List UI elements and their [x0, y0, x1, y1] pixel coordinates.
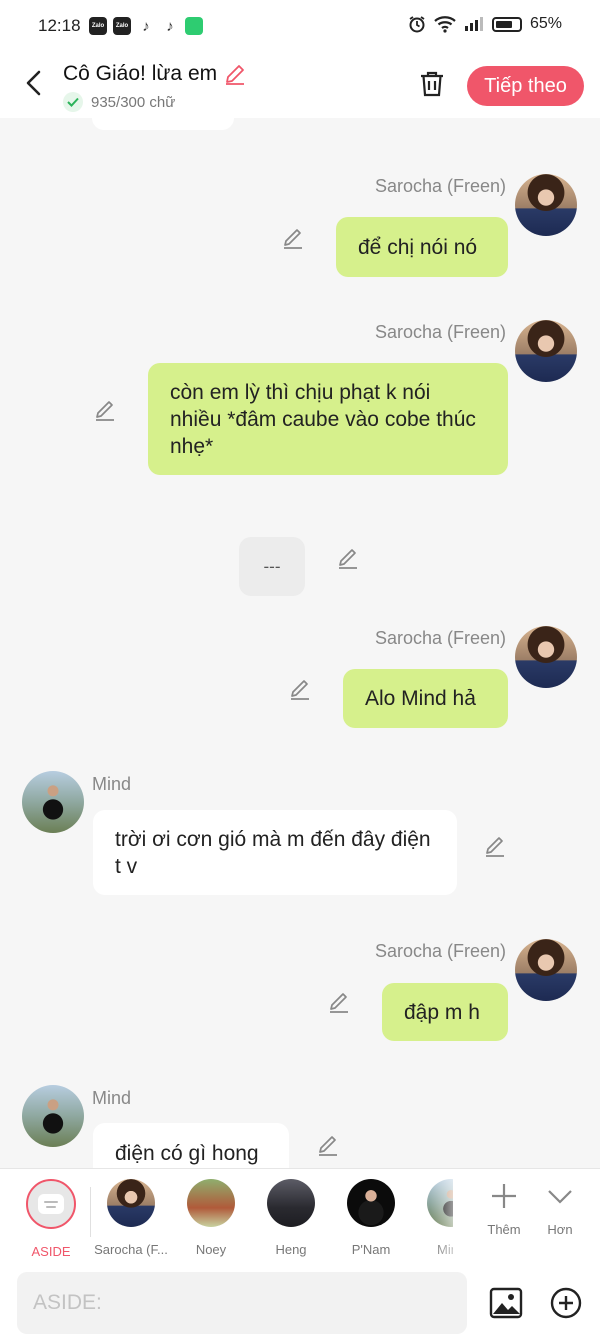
- delete-button[interactable]: [416, 68, 448, 100]
- image-icon: [489, 1287, 523, 1319]
- more-label: Hơn: [547, 1222, 573, 1237]
- status-time: 12:18: [38, 16, 81, 35]
- messages-icon: [185, 17, 203, 35]
- next-button[interactable]: Tiếp theo: [467, 66, 584, 106]
- alarm-icon: [409, 16, 425, 33]
- edit-message-icon[interactable]: [281, 226, 305, 250]
- scroll-fade: [430, 1169, 474, 1259]
- sender-name: Mind: [92, 1088, 132, 1108]
- editor-header: Cô Giáo! lừa em 935/300 chữ Tiếp theo: [0, 52, 600, 118]
- more-characters-button[interactable]: Hơn: [534, 1181, 586, 1237]
- sender-name: Sarocha (Freen): [374, 176, 506, 196]
- add-character-button[interactable]: Thêm: [478, 1181, 530, 1237]
- character-pnam[interactable]: P'Nam: [333, 1179, 409, 1257]
- zalo-icon: Zalo: [113, 17, 131, 35]
- message-bubble[interactable]: còn em lỳ thì chịu phạt k nói nhiều *đâm…: [148, 363, 508, 475]
- message-bubble[interactable]: trời ơi cơn gió mà m đến đây điện t v: [93, 810, 457, 895]
- plus-icon: [492, 1184, 516, 1208]
- status-bar: 12:18 Zalo Zalo ♪ ♪ 65%: [0, 0, 600, 52]
- avatar[interactable]: [22, 771, 84, 833]
- avatar[interactable]: [515, 174, 577, 236]
- edit-message-icon[interactable]: [288, 677, 312, 701]
- add-content-button[interactable]: [549, 1286, 583, 1320]
- avatar: [347, 1179, 395, 1227]
- system-icons: 65%: [408, 15, 562, 33]
- wifi-icon: [434, 16, 456, 33]
- sender-name: Mind: [92, 774, 132, 794]
- avatar: [267, 1179, 315, 1227]
- character-label: P'Nam: [351, 1242, 391, 1257]
- notification-icons: Zalo Zalo ♪ ♪: [89, 17, 203, 35]
- edit-message-icon[interactable]: [93, 398, 117, 422]
- character-label: Noey: [195, 1242, 227, 1257]
- add-label: Thêm: [487, 1222, 521, 1237]
- story-title-text: Cô Giáo! lừa em: [63, 62, 218, 85]
- edit-title-icon[interactable]: [223, 62, 247, 86]
- edit-message-icon[interactable]: [483, 834, 507, 858]
- avatar: [107, 1179, 155, 1227]
- avatar[interactable]: [22, 1085, 84, 1147]
- character-label: ASIDE: [31, 1244, 71, 1259]
- message-input[interactable]: [17, 1272, 467, 1334]
- character-noey[interactable]: Noey: [173, 1179, 249, 1257]
- edit-message-icon[interactable]: [316, 1133, 340, 1157]
- plus-circle-icon: [550, 1287, 582, 1319]
- back-arrow-icon: [26, 70, 41, 96]
- divider: [90, 1187, 91, 1237]
- aside-icon: [26, 1179, 76, 1229]
- sender-name: Sarocha (Freen): [374, 941, 506, 961]
- message-bubble[interactable]: để chị nói nó: [336, 217, 508, 277]
- avatar[interactable]: [515, 939, 577, 1001]
- chevron-down-icon: [548, 1190, 572, 1204]
- message-bubble[interactable]: Alo Mind hả: [343, 669, 508, 728]
- character-label: Sarocha (F...: [94, 1242, 168, 1257]
- tiktok-icon: ♪: [142, 17, 150, 35]
- check-icon: [63, 92, 83, 112]
- avatar[interactable]: [515, 626, 577, 688]
- avatar[interactable]: [515, 320, 577, 382]
- composer: [0, 1260, 600, 1343]
- character-selector: ASIDE Sarocha (F... Noey Heng P'Nam Mind…: [0, 1168, 600, 1260]
- message-bubble-partial[interactable]: [92, 118, 234, 130]
- battery-icon: [491, 16, 522, 32]
- avatar: [187, 1179, 235, 1227]
- tiktok-icon: ♪: [166, 17, 174, 35]
- character-label: Heng: [275, 1242, 307, 1257]
- edit-message-icon[interactable]: [336, 546, 360, 570]
- battery-percent: 65%: [529, 15, 562, 32]
- message-bubble[interactable]: đập m h: [382, 983, 508, 1041]
- signal-icon: [464, 17, 483, 31]
- sender-name: Sarocha (Freen): [374, 322, 506, 342]
- character-sarocha[interactable]: Sarocha (F...: [93, 1179, 169, 1257]
- character-aside[interactable]: ASIDE: [13, 1179, 89, 1259]
- char-count-row: 935/300 chữ: [63, 92, 175, 112]
- insert-image-button[interactable]: [489, 1286, 523, 1320]
- char-count: 935/300 chữ: [91, 93, 176, 111]
- edit-message-icon[interactable]: [327, 990, 351, 1014]
- scene-divider-bubble[interactable]: ---: [239, 537, 305, 596]
- sender-name: Sarocha (Freen): [374, 628, 506, 648]
- back-button[interactable]: [18, 66, 48, 100]
- character-heng[interactable]: Heng: [253, 1179, 329, 1257]
- message-bubble[interactable]: điện có gì hong: [93, 1123, 289, 1168]
- trash-icon: [421, 71, 443, 97]
- zalo-icon: Zalo: [89, 17, 107, 35]
- chat-area[interactable]: Sarocha (Freen) để chị nói nó Sarocha (F…: [0, 118, 600, 1168]
- story-title[interactable]: Cô Giáo! lừa em: [63, 62, 247, 86]
